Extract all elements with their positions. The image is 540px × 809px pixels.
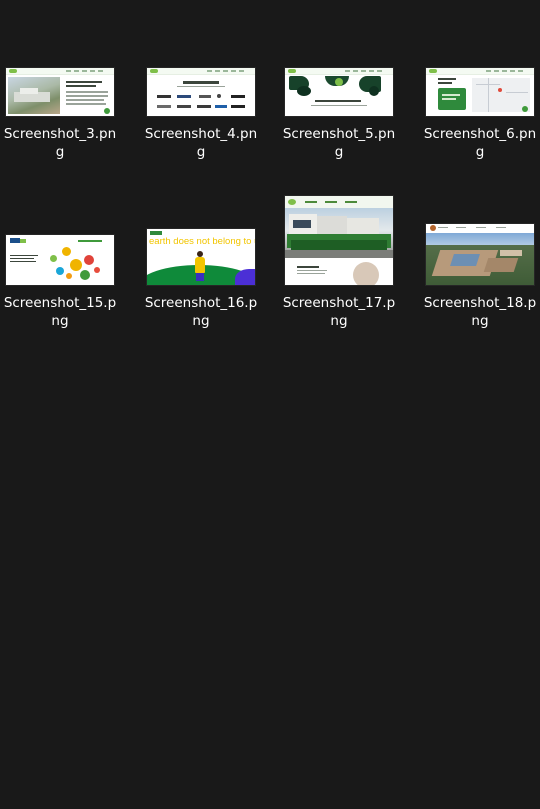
thumbnail-clients [147, 68, 255, 116]
file-name-label: Screenshot_16.png [144, 295, 258, 329]
thumbnail-frame: earth does not belong to us [141, 189, 261, 285]
thumbnail-trucks-crew [285, 196, 393, 285]
thumbnail-headline: earth does not belong to us [149, 236, 255, 247]
thumbnail-frame [0, 20, 120, 116]
file-name-label: Screenshot_3.png [3, 126, 117, 160]
file-name-label: Screenshot_17.png [282, 295, 396, 329]
file-name-label: Screenshot_6.png [423, 126, 537, 160]
file-item-screenshot-18[interactable]: Screenshot_18.png [420, 189, 540, 330]
file-name-label: Screenshot_15.png [3, 295, 117, 329]
thumbnail-frame [420, 20, 540, 116]
file-item-screenshot-15[interactable]: Screenshot_15.png [0, 189, 120, 330]
file-item-screenshot-4[interactable]: Screenshot_4.png [141, 20, 261, 161]
file-name-label: Screenshot_4.png [144, 126, 258, 160]
thumbnail-frame [279, 189, 399, 285]
thumbnail-info-map [426, 68, 534, 116]
thumbnail-ppli-bubbles [6, 235, 114, 285]
thumbnail-green-hero [285, 68, 393, 116]
file-item-screenshot-5[interactable]: Screenshot_5.png [279, 20, 399, 161]
thumbnail-frame [141, 20, 261, 116]
thumbnail-waste-management [6, 68, 114, 116]
file-name-label: Screenshot_5.png [282, 126, 396, 160]
file-item-screenshot-17[interactable]: Screenshot_17.png [279, 189, 399, 330]
file-item-screenshot-3[interactable]: Screenshot_3.png [0, 20, 120, 161]
file-item-screenshot-16[interactable]: earth does not belong to us Screenshot_1… [141, 189, 261, 330]
file-item-screenshot-6[interactable]: Screenshot_6.png [420, 20, 540, 161]
thumbnail-earth-poster: earth does not belong to us [147, 229, 255, 285]
thumbnail-landfill-aerial [426, 224, 534, 285]
thumbnail-frame [0, 189, 120, 285]
file-name-label: Screenshot_18.png [423, 295, 537, 329]
thumbnail-frame [279, 20, 399, 116]
thumbnail-frame [420, 189, 540, 285]
